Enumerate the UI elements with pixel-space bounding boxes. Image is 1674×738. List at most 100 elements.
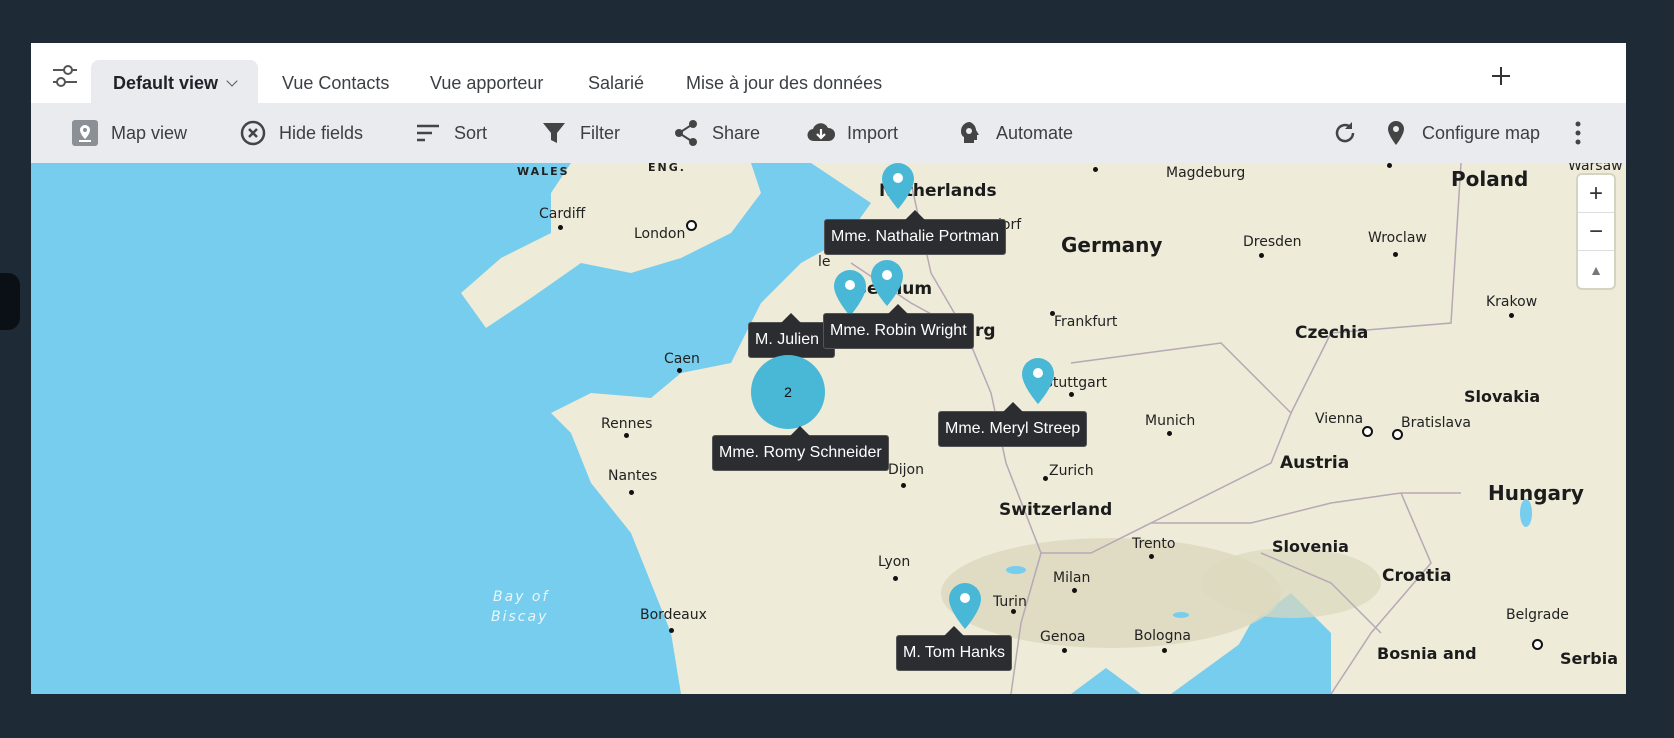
city-label-magdeburg: Magdeburg	[1166, 165, 1246, 181]
city-dot	[1149, 554, 1154, 559]
more-options-button[interactable]	[1564, 103, 1592, 163]
configure-map-label: Configure map	[1422, 122, 1541, 143]
map-marker-pin[interactable]	[833, 270, 867, 316]
filter-button[interactable]: Filter	[540, 103, 620, 163]
marker-label-text: Mme. Nathalie Portman	[831, 228, 1000, 245]
hide-fields-button[interactable]: Hide fields	[239, 103, 363, 163]
automate-button[interactable]: Automate	[956, 103, 1073, 163]
city-dot	[1259, 253, 1264, 258]
city-dot	[1167, 431, 1172, 436]
marker-label[interactable]: M. Tom Hanks	[896, 626, 1012, 671]
zoom-in-icon: +	[1588, 179, 1603, 207]
city-label-turin: Turin	[993, 594, 1027, 610]
city-label-caen: Caen	[664, 351, 700, 367]
map-marker-pin[interactable]	[870, 260, 904, 306]
country-label-bosnia: Bosnia and	[1377, 644, 1477, 663]
map-marker-pin[interactable]	[948, 583, 982, 629]
city-dot	[1069, 392, 1074, 397]
city-label-lyon: Lyon	[878, 554, 911, 570]
tab-label: Default view	[113, 73, 219, 93]
zoom-in-button[interactable]: +	[1578, 175, 1614, 213]
city-dot	[1162, 648, 1167, 653]
cluster-count: 2	[784, 384, 792, 400]
city-label-krakow: Krakow	[1486, 294, 1538, 310]
marker-label[interactable]: Mme. Robin Wright	[823, 304, 974, 349]
city-label-nantes: Nantes	[608, 468, 658, 484]
marker-label[interactable]: Mme. Nathalie Portman	[824, 210, 1007, 255]
city-dot	[901, 483, 906, 488]
marker-label[interactable]: Mme. Meryl Streep	[938, 402, 1088, 447]
tab-salarie[interactable]: Salarié	[588, 60, 644, 103]
compass-icon: ▲	[1589, 261, 1603, 278]
marker-label-text: Mme. Robin Wright	[830, 322, 967, 339]
map-canvas[interactable]: WALES ENG. Bay of Biscay Poland Germany …	[31, 163, 1626, 694]
country-label-germany: Germany	[1061, 233, 1163, 257]
tab-label: Vue Contacts	[282, 73, 390, 93]
marker-label-text: M. Julien I	[755, 331, 828, 348]
country-label-austria: Austria	[1280, 453, 1350, 473]
country-label-slovakia: Slovakia	[1464, 387, 1541, 406]
circle-x-icon	[240, 120, 266, 146]
city-dot-capital	[1362, 426, 1373, 437]
import-button[interactable]: Import	[807, 103, 898, 163]
zoom-out-button[interactable]: −	[1578, 213, 1614, 251]
sea-label-line2: Biscay	[491, 609, 549, 625]
city-label-dijon: Dijon	[888, 462, 924, 478]
city-dot	[1509, 313, 1514, 318]
reset-bearing-button[interactable]: ▲	[1578, 251, 1614, 288]
marker-label[interactable]: M. Julien I	[748, 313, 835, 358]
country-label-croatia: Croatia	[1382, 566, 1452, 586]
sliders-icon[interactable]	[51, 63, 79, 89]
country-label-czechia: Czechia	[1295, 323, 1369, 343]
city-dot	[893, 576, 898, 581]
marker-label[interactable]: Mme. Romy Schneider	[712, 426, 889, 471]
region-label-wales: WALES	[517, 165, 570, 178]
map-marker-pin[interactable]	[881, 163, 915, 209]
city-dot	[1093, 167, 1098, 172]
toolbar: Map view Hide fields Sort Filter Share I…	[31, 103, 1626, 163]
filter-label: Filter	[580, 122, 620, 143]
city-dot	[1072, 588, 1077, 593]
marker-cluster[interactable]: 2	[751, 355, 825, 429]
zoom-out-icon: −	[1588, 217, 1603, 245]
city-dot	[558, 225, 563, 230]
city-label-bordeaux: Bordeaux	[640, 607, 707, 623]
country-label-slovenia: Slovenia	[1272, 537, 1349, 556]
tab-mise-a-jour[interactable]: Mise à jour des données	[686, 60, 882, 103]
tab-label: Mise à jour des données	[686, 73, 883, 93]
plus-icon[interactable]	[1486, 61, 1516, 91]
city-label-wroclaw: Wroclaw	[1368, 230, 1427, 246]
city-dot	[677, 368, 682, 373]
share-icon	[675, 120, 697, 146]
city-label-dresden: Dresden	[1243, 234, 1302, 250]
map-view-label: Map view	[111, 122, 188, 143]
filter-icon	[543, 123, 565, 143]
refresh-button[interactable]	[1331, 103, 1359, 163]
cloud-download-icon	[807, 123, 835, 142]
map-marker-pin[interactable]	[1021, 358, 1055, 404]
country-label-hungary: Hungary	[1488, 481, 1584, 505]
zoom-control: + − ▲	[1578, 175, 1614, 288]
tab-vue-contacts[interactable]: Vue Contacts	[282, 60, 389, 103]
city-dot	[624, 433, 629, 438]
city-label-cardiff: Cardiff	[539, 206, 586, 222]
app-window: Default view Vue Contacts Vue apporteur …	[31, 43, 1626, 694]
chevron-down-icon[interactable]	[226, 75, 238, 87]
tab-default-view[interactable]: Default view	[91, 60, 259, 103]
tab-vue-apporteur[interactable]: Vue apporteur	[430, 60, 543, 103]
city-label-frankfurt: Frankfurt	[1054, 314, 1118, 330]
sort-icon	[417, 124, 439, 142]
configure-map-button[interactable]: Configure map	[1382, 103, 1540, 163]
city-label-vienna: Vienna	[1315, 411, 1364, 427]
sort-button[interactable]: Sort	[414, 103, 487, 163]
share-button[interactable]: Share	[672, 103, 760, 163]
refresh-icon	[1335, 122, 1355, 143]
sort-label: Sort	[454, 122, 488, 143]
city-label-rennes: Rennes	[601, 416, 653, 432]
city-dot	[1062, 648, 1067, 653]
city-label-london: London	[634, 226, 686, 242]
city-label-belgrade: Belgrade	[1506, 607, 1569, 623]
region-label-england: ENG.	[648, 163, 686, 174]
side-panel-handle[interactable]	[0, 273, 20, 330]
map-view-button[interactable]: Map view	[71, 103, 187, 163]
